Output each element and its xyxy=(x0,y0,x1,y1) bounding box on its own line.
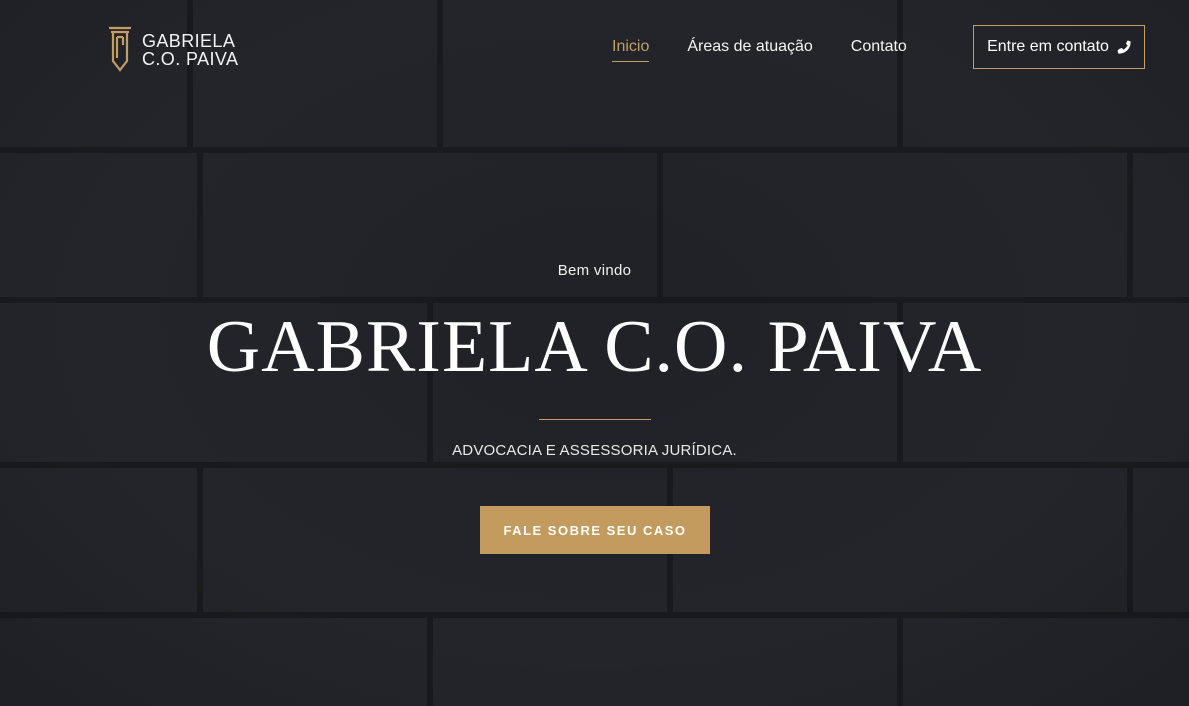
hero-title: GABRIELA C.O. PAIVA xyxy=(206,306,983,388)
cta-button[interactable]: FALE SOBRE SEU CASO xyxy=(480,506,710,554)
page: GABRIELA C.O. PAIVA Inicio Áreas de atua… xyxy=(0,0,1189,706)
hero-subtitle: ADVOCACIA E ASSESSORIA JURÍDICA. xyxy=(452,442,737,459)
cta-button-label: FALE SOBRE SEU CASO xyxy=(503,522,687,538)
hero-divider xyxy=(539,419,651,420)
hero-section: Bem vindo GABRIELA C.O. PAIVA ADVOCACIA … xyxy=(0,0,1189,706)
hero-welcome-text: Bem vindo xyxy=(557,262,632,279)
